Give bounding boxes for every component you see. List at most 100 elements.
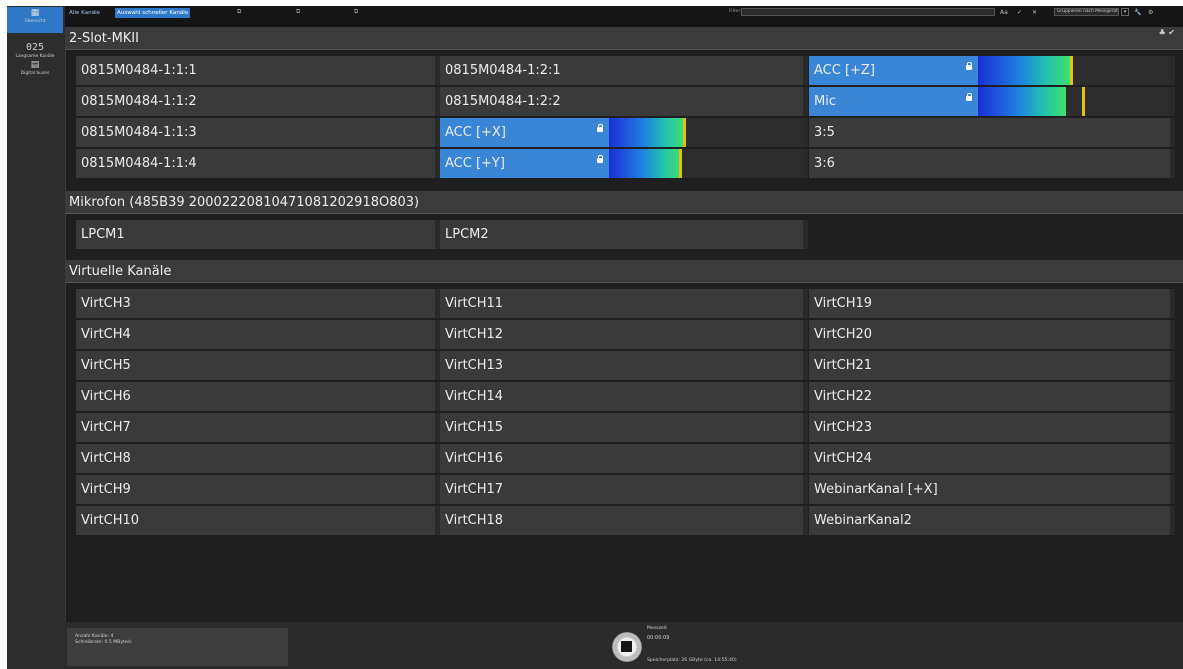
channel-name: VirtCH13 — [445, 358, 504, 373]
level-meter — [609, 149, 681, 178]
section-title: 2-Slot-MKII — [69, 31, 139, 46]
channel-tile[interactable]: VirtCH6 — [76, 382, 440, 411]
measure-time-label: Messzeit — [647, 626, 667, 631]
channel-name: VirtCH17 — [445, 482, 504, 497]
channel-tile[interactable]: VirtCH22 — [809, 382, 1175, 411]
tab-all-channels[interactable]: Alle Kanäle — [67, 8, 102, 18]
toolbar: Alle Kanäle Auswahl schneller Kanäle ⧉ ⧉… — [65, 6, 1183, 27]
channel-name: 0815M0484-1:1:4 — [81, 156, 197, 171]
channel-name: VirtCH21 — [814, 358, 873, 373]
sidebar-item-slow-channels[interactable]: 025 Langsame Kanäle — [7, 34, 63, 59]
channel-tile[interactable]: WebinarKanal2 — [809, 506, 1175, 535]
match-case-toggle[interactable]: Aa — [1000, 8, 1008, 17]
channel-tile[interactable]: VirtCH8 — [76, 444, 440, 473]
channel-tile[interactable]: VirtCH18 — [440, 506, 808, 535]
channel-name: Mic — [809, 87, 978, 116]
channel-name: 0815M0484-1:2:2 — [445, 94, 561, 109]
paste-icon[interactable]: ⧉ — [296, 9, 303, 15]
section-title: Virtuelle Kanäle — [69, 264, 172, 279]
level-meter — [978, 56, 1070, 85]
sidebar-item-overview[interactable]: ▦ Übersicht — [7, 7, 63, 33]
channel-name: VirtCH8 — [81, 451, 131, 466]
channel-tile-active[interactable]: ACC [+Z] — [809, 56, 1175, 85]
channel-tile[interactable]: VirtCH5 — [76, 351, 440, 380]
channel-tile[interactable]: VirtCH15 — [440, 413, 808, 442]
channel-tile[interactable]: VirtCH9 — [76, 475, 440, 504]
filter-input[interactable] — [741, 8, 995, 16]
channel-name: VirtCH11 — [445, 296, 504, 311]
copy-icon[interactable]: ⧉ — [237, 9, 244, 15]
channel-tile[interactable]: VirtCH16 — [440, 444, 808, 473]
channel-tile[interactable]: 0815M0484-1:1:4 — [76, 149, 440, 178]
channel-name: 0815M0484-1:2:1 — [445, 63, 561, 78]
header-tools-icon[interactable]: ♣ ✔ — [1159, 28, 1175, 38]
channel-tile[interactable]: 3:5 — [809, 118, 1175, 147]
channel-tile[interactable]: VirtCH13 — [440, 351, 808, 380]
section-title: Mikrofon (485B39 20002220810471081202918… — [69, 195, 420, 210]
channel-name: ACC [+X] — [440, 118, 609, 147]
channel-tile[interactable]: LPCM2 — [440, 220, 808, 249]
clone-icon[interactable]: ⧉ — [354, 9, 361, 15]
channel-tile[interactable]: VirtCH17 — [440, 475, 808, 504]
clear-filter-icon[interactable]: ✕ — [1032, 8, 1037, 17]
section-header[interactable]: Virtuelle Kanäle — [65, 260, 1183, 283]
app-window: ▦ Übersicht 025 Langsame Kanäle ▤ Digita… — [7, 6, 1183, 669]
channel-name: VirtCH24 — [814, 451, 873, 466]
grid-icon: ▦ — [30, 8, 40, 18]
apply-filter-icon[interactable]: ✓ — [1017, 8, 1022, 17]
channel-tile[interactable]: LPCM1 — [76, 220, 440, 249]
channel-tile[interactable]: VirtCH11 — [440, 289, 808, 318]
channel-tile[interactable]: 0815M0484-1:1:1 — [76, 56, 440, 85]
channel-tile[interactable]: VirtCH19 — [809, 289, 1175, 318]
channel-tile[interactable]: 3:6 — [809, 149, 1175, 178]
channel-name: VirtCH22 — [814, 389, 873, 404]
tab-fast-channels[interactable]: Auswahl schneller Kanäle — [115, 8, 191, 18]
section-header[interactable]: Mikrofon (485B39 20002220810471081202918… — [65, 191, 1183, 214]
channel-name: VirtCH15 — [445, 420, 504, 435]
sidebar-item-digital-buses[interactable]: ▤ Digital buses — [7, 59, 63, 83]
channel-name: 0815M0484-1:1:3 — [81, 125, 197, 140]
wrench-icon[interactable]: 🔧 — [1134, 8, 1141, 17]
channel-name: VirtCH12 — [445, 327, 504, 342]
channel-tile[interactable]: VirtCH23 — [809, 413, 1175, 442]
channel-tile-active[interactable]: Mic — [809, 87, 1175, 116]
group-by-select[interactable]: Gruppieren nach Messgerät — [1054, 8, 1119, 16]
channel-tile[interactable]: VirtCH20 — [809, 320, 1175, 349]
sidebar-item-label: Digital buses — [20, 71, 50, 76]
record-stop-icon[interactable] — [612, 632, 642, 662]
lock-icon — [966, 93, 972, 102]
channel-name: ACC [+Y] — [440, 149, 609, 178]
channel-tile[interactable]: 0815M0484-1:1:2 — [76, 87, 440, 116]
channel-tile[interactable]: VirtCH4 — [76, 320, 440, 349]
channel-tile[interactable]: VirtCH21 — [809, 351, 1175, 380]
settings-icon[interactable]: ⚙ — [1148, 8, 1153, 17]
channel-name: VirtCH20 — [814, 327, 873, 342]
slow-channels-icon: 025 — [25, 42, 45, 53]
channel-tile[interactable]: WebinarKanal [+X] — [809, 475, 1175, 504]
channel-tile[interactable]: VirtCH3 — [76, 289, 440, 318]
channel-tile[interactable]: 0815M0484-1:2:2 — [440, 87, 808, 116]
channel-name: VirtCH5 — [81, 358, 131, 373]
section-header[interactable]: 2-Slot-MKII ♣ ✔ — [65, 27, 1183, 50]
channel-tile[interactable]: VirtCH24 — [809, 444, 1175, 473]
channel-tile[interactable]: VirtCH7 — [76, 413, 440, 442]
channel-name: VirtCH19 — [814, 296, 873, 311]
storage-info: Speicherplatz: 26 GByte (ca. 14:55:40) — [647, 658, 737, 663]
channel-tile[interactable]: 0815M0484-1:1:3 — [76, 118, 440, 147]
channel-tile-active[interactable]: ACC [+X] — [440, 118, 808, 147]
channel-name: VirtCH16 — [445, 451, 504, 466]
level-meter — [609, 118, 685, 147]
channel-tile[interactable]: VirtCH10 — [76, 506, 440, 535]
status-bar: Anzahl Kanäle: 4 Schreibrate: 0.5 MByte/… — [65, 622, 1183, 669]
channel-overview: 2-Slot-MKII ♣ ✔ 0815M0484-1:1:1 0815M048… — [65, 27, 1183, 627]
channel-name: VirtCH9 — [81, 482, 131, 497]
channel-name: 0815M0484-1:1:2 — [81, 94, 197, 109]
lock-icon — [597, 124, 603, 133]
channel-name: 0815M0484-1:1:1 — [81, 63, 197, 78]
channel-tile-active[interactable]: ACC [+Y] — [440, 149, 808, 178]
channel-tile[interactable]: 0815M0484-1:2:1 — [440, 56, 808, 85]
channel-tile[interactable]: VirtCH14 — [440, 382, 808, 411]
channel-name: LPCM2 — [445, 227, 489, 242]
channel-tile[interactable]: VirtCH12 — [440, 320, 808, 349]
chevron-down-icon[interactable]: ▾ — [1121, 8, 1129, 16]
